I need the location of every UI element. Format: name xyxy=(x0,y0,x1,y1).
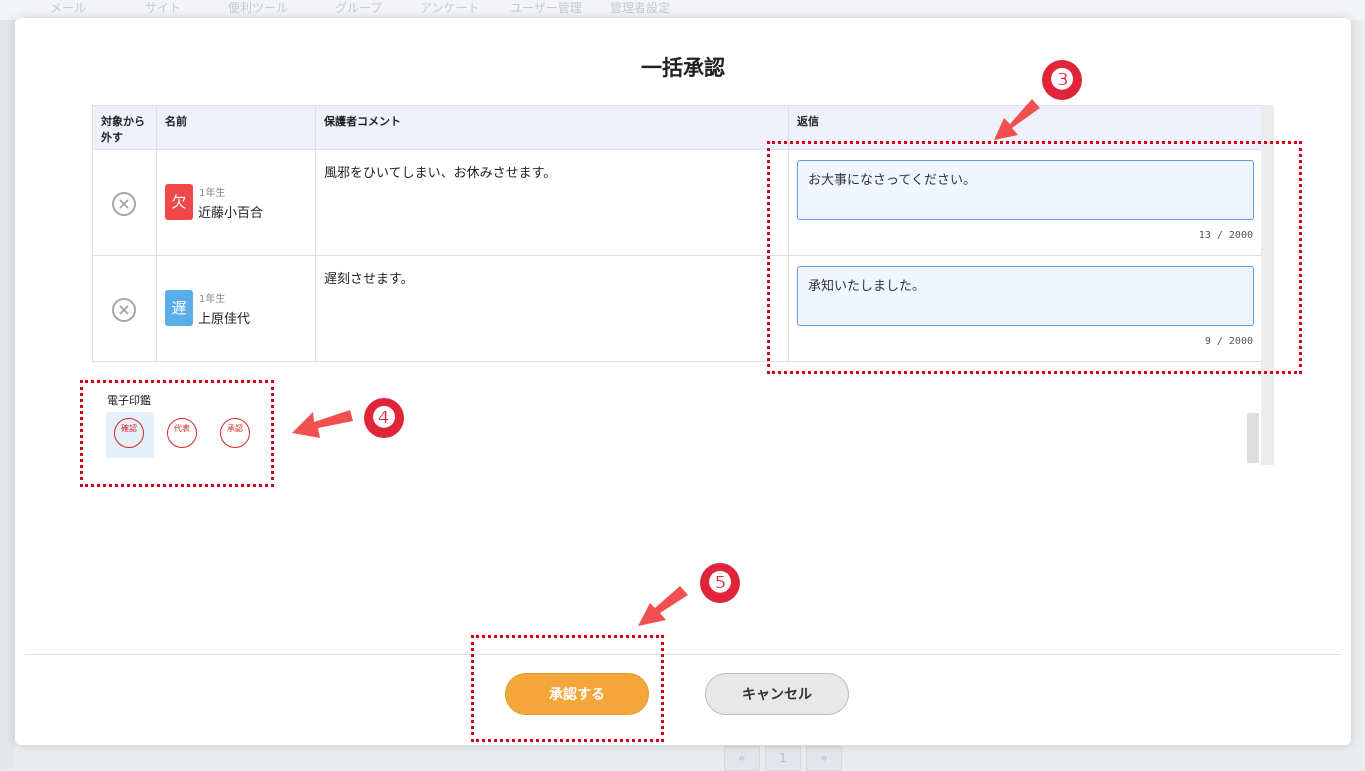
arrow-step3-icon xyxy=(994,99,1040,140)
arrow-step4-icon xyxy=(292,410,353,438)
arrow-step5-icon xyxy=(638,586,688,626)
annotation-arrows xyxy=(292,99,1040,626)
